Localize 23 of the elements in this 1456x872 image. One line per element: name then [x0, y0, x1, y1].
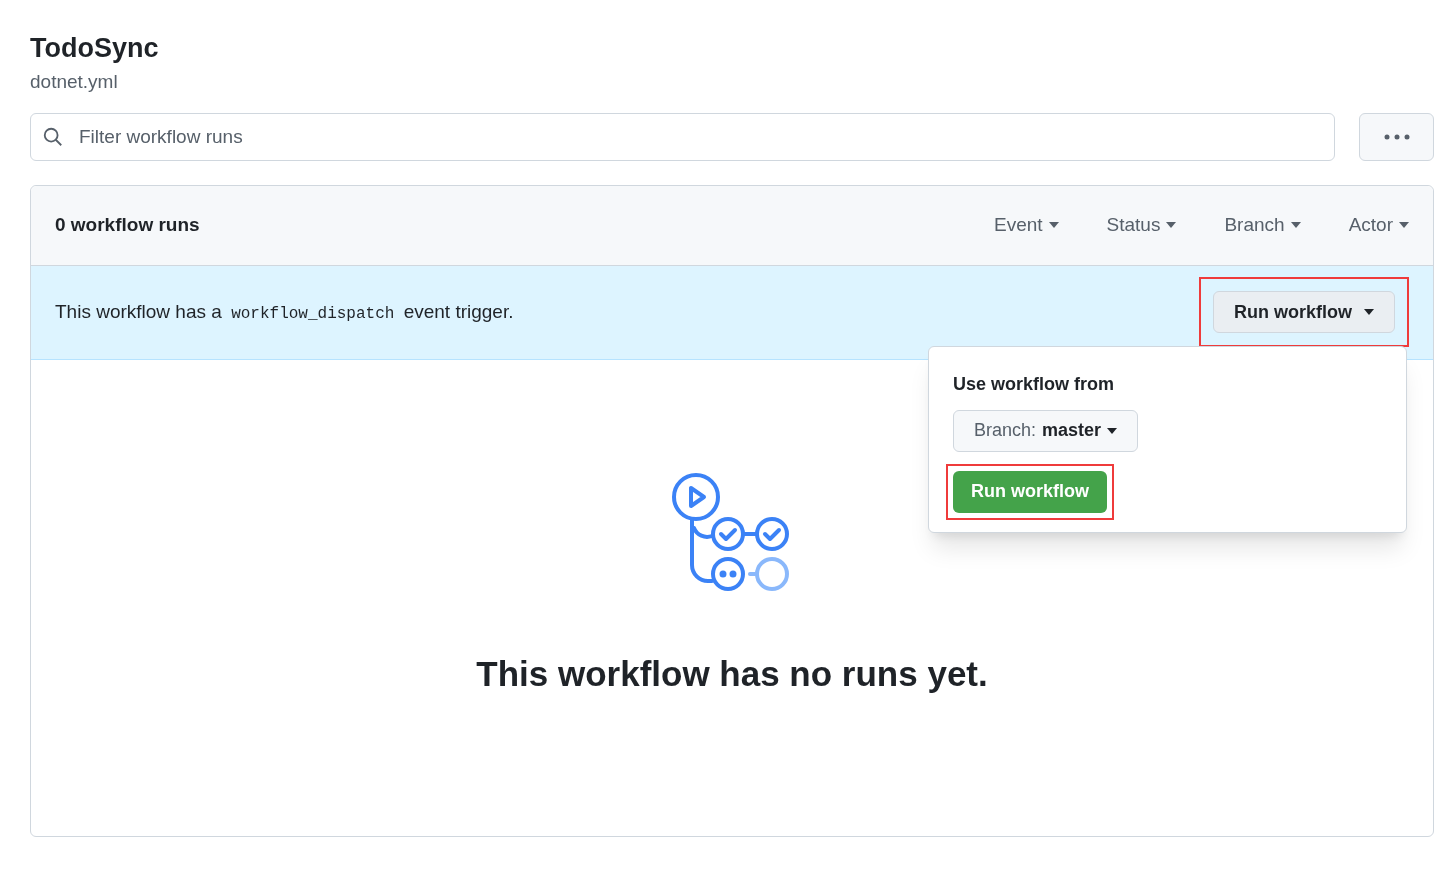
more-options-button[interactable]: [1359, 112, 1434, 161]
caret-icon: [1107, 427, 1118, 434]
runs-count: 0 workflow runs: [55, 212, 201, 237]
popover-heading: Use workflow from: [953, 372, 1116, 396]
repository-title: TodoSync: [30, 32, 160, 65]
caret-icon: [1048, 222, 1059, 228]
caret-icon: [1166, 222, 1177, 228]
empty-state-message: This workflow has no runs yet.: [476, 652, 988, 695]
run-workflow-submit-button[interactable]: Run workflow: [953, 470, 1107, 513]
filter-dropdown[interactable]: Event: [993, 210, 1059, 240]
ellipsis-icon: [1383, 133, 1410, 140]
caret-icon: [1399, 222, 1409, 228]
caret-icon: [1290, 222, 1301, 228]
search-icon: [42, 125, 64, 148]
run-workflow-button[interactable]: Run workflow: [1213, 291, 1395, 333]
filter-dropdown[interactable]: Branch: [1224, 210, 1301, 240]
branch-selector[interactable]: Branch: master: [953, 409, 1139, 452]
filter-dropdown[interactable]: Status: [1106, 210, 1177, 240]
workflow-filename: dotnet.yml: [30, 70, 119, 94]
trigger-message: This workflow has a workflow_dispatch event trigger.: [55, 299, 515, 325]
filter-dropdown[interactable]: Actor: [1348, 210, 1409, 240]
caret-icon: [1364, 309, 1374, 315]
search-field[interactable]: Filter workflow runs: [30, 112, 1335, 161]
